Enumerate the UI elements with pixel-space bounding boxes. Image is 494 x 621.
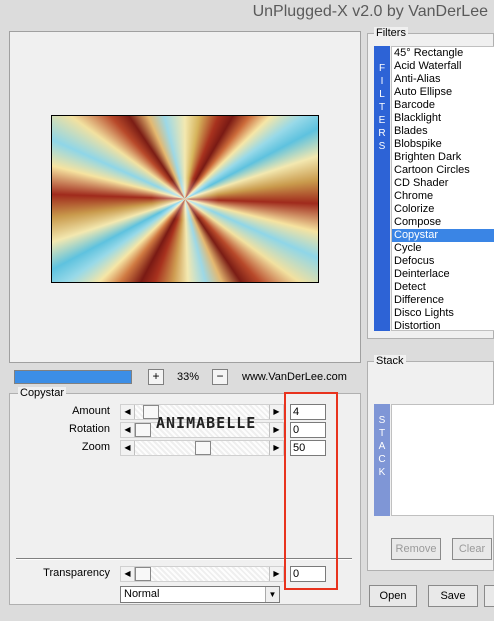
filters-list[interactable]: 45° Rectangle Acid Waterfall Anti-Alias Aut… [391, 46, 494, 331]
filter-list-item[interactable]: Barcode [392, 99, 494, 112]
filter-list-item[interactable]: Difference [392, 294, 494, 307]
save-button[interactable]: Save [428, 585, 478, 607]
sidebar-letter: T [378, 428, 386, 439]
filter-list-item[interactable]: Colorize [392, 203, 494, 216]
arrow-right-icon[interactable]: ▶ [269, 567, 283, 581]
remove-button[interactable]: Remove [391, 538, 441, 560]
zoom-slider[interactable]: ◀ ▶ [120, 440, 284, 456]
sidebar-letter: I [380, 76, 384, 87]
slider-thumb[interactable] [135, 423, 151, 437]
sidebar-letter: C [378, 454, 386, 465]
filter-list-item[interactable]: Brighten Dark [392, 151, 494, 164]
filter-list-item[interactable]: Blacklight [392, 112, 494, 125]
filter-list-item[interactable]: Blades [392, 125, 494, 138]
sidebar-letter: F [378, 63, 386, 74]
sidebar-letter: E [378, 115, 386, 126]
filter-list-item[interactable]: Cycle [392, 242, 494, 255]
sidebar-letter: K [378, 467, 386, 478]
slider-thumb[interactable] [135, 567, 151, 581]
filter-list-item[interactable]: Cartoon Circles [392, 164, 494, 177]
blend-mode-value: Normal [124, 588, 160, 600]
filter-list-item[interactable]: Defocus [392, 255, 494, 268]
sidebar-letter: T [378, 102, 386, 113]
stack-sidebar: STACK [374, 404, 390, 516]
stack-label: Stack [374, 355, 406, 367]
filter-name-label: Copystar [18, 387, 67, 399]
preview-image [51, 115, 319, 283]
chevron-down-icon[interactable]: ▼ [265, 587, 279, 602]
sidebar-letter: S [378, 141, 386, 152]
preview-panel [9, 31, 361, 363]
progress-fill [15, 371, 131, 383]
progress-bar [14, 370, 132, 384]
filter-list-item[interactable]: Deinterlace [392, 268, 494, 281]
zoom-value: 33% [177, 371, 200, 383]
transparency-slider[interactable]: ◀ ▶ [120, 566, 284, 582]
blend-mode-select[interactable]: Normal ▼ [120, 586, 280, 603]
filter-list-item[interactable]: Detect [392, 281, 494, 294]
stack-group: Stack STACK Remove Clear [367, 355, 494, 571]
zoom-in-button[interactable]: + [148, 369, 164, 385]
title-bar: UnPlugged-X v2.0 by VanDerLee [0, 0, 494, 30]
param-label: Rotation [69, 423, 110, 435]
slider-thumb[interactable] [195, 441, 211, 455]
watermark-text: ANIMABELLE [156, 414, 257, 432]
filter-list-item[interactable]: Blobspike [392, 138, 494, 151]
filter-list-item[interactable]: Chrome [392, 190, 494, 203]
arrow-left-icon[interactable]: ◀ [121, 441, 135, 455]
stack-list[interactable] [391, 404, 494, 516]
filter-list-item[interactable]: Acid Waterfall [392, 60, 494, 73]
filter-list-item[interactable]: CD Shader [392, 177, 494, 190]
filter-list-item[interactable]: Copystar [392, 229, 494, 242]
website-link[interactable]: www.VanDerLee.com [242, 371, 347, 383]
clear-button[interactable]: Clear [452, 538, 492, 560]
param-label: Amount [72, 405, 110, 417]
sidebar-letter: R [378, 128, 386, 139]
arrow-right-icon[interactable]: ▶ [269, 441, 283, 455]
filter-list-item[interactable]: Distortion [392, 320, 494, 330]
zoom-row: + 33% − www.VanDerLee.com [9, 368, 361, 388]
arrow-right-icon[interactable]: ▶ [269, 423, 283, 437]
sidebar-letter: S [378, 415, 386, 426]
open-button[interactable]: Open [369, 585, 417, 607]
ok-button-partial[interactable] [484, 585, 494, 607]
arrow-left-icon[interactable]: ◀ [121, 423, 135, 437]
window-title: UnPlugged-X v2.0 by VanDerLee [252, 3, 488, 20]
filters-group: Filters FILTERS 45° Rectangle Acid Waterf… [367, 27, 494, 339]
sidebar-letter: A [378, 441, 386, 452]
filters-sidebar: FILTERS [374, 46, 390, 331]
param-label: Zoom [81, 441, 110, 453]
filter-list-item[interactable]: Compose [392, 216, 494, 229]
sidebar-letter: L [379, 89, 385, 100]
arrow-left-icon[interactable]: ◀ [121, 405, 135, 419]
param-label: Transparency [43, 567, 110, 579]
arrow-left-icon[interactable]: ◀ [121, 567, 135, 581]
highlight-box [284, 392, 338, 590]
filter-list-item[interactable]: Auto Ellipse [392, 86, 494, 99]
filter-list-item[interactable]: 45° Rectangle [392, 47, 494, 60]
filter-list-item[interactable]: Anti-Alias [392, 73, 494, 86]
filters-label: Filters [374, 27, 408, 39]
arrow-right-icon[interactable]: ▶ [269, 405, 283, 419]
zoom-out-button[interactable]: − [212, 369, 228, 385]
filter-list-item[interactable]: Disco Lights [392, 307, 494, 320]
